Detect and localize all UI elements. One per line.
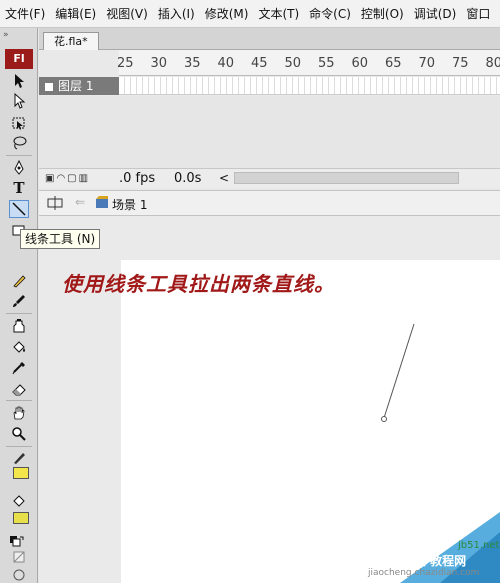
ruler-number: 50 xyxy=(284,56,302,71)
eraser-icon xyxy=(12,384,26,396)
brush-tool[interactable] xyxy=(9,292,29,310)
menu-item[interactable]: 文本(T) xyxy=(253,0,304,27)
stroke-color-button[interactable] xyxy=(9,449,29,467)
watermark-badge: 查字典 教程网 xyxy=(390,554,467,568)
menu-item[interactable]: 调试(D) xyxy=(409,0,462,27)
eyedropper-tool[interactable] xyxy=(9,359,29,377)
timeline-status-bar: ▣◠▢▥ .0 fps 0.0s < xyxy=(39,168,500,188)
menu-item[interactable]: 视图(V) xyxy=(101,0,153,27)
ruler-number: 30 xyxy=(150,56,168,71)
layer-icon xyxy=(45,82,53,91)
pen-tool[interactable] xyxy=(9,159,29,177)
menu-item[interactable]: 插入(I) xyxy=(153,0,200,27)
timeline-panel: 25 30 35 40 45 50 55 60 65 70 75 80 图层 1 ▣◠▢▥ .0 fp… xyxy=(39,50,500,190)
ink-bottle-tool[interactable] xyxy=(9,317,29,335)
stroke-color-icon xyxy=(14,453,25,464)
object-drawing-button[interactable] xyxy=(9,566,29,583)
frame-cells[interactable] xyxy=(119,77,500,95)
timeline-scrollbar[interactable] xyxy=(234,172,459,184)
frame-ruler[interactable]: 25 30 35 40 45 50 55 60 65 70 75 80 xyxy=(117,50,500,76)
ruler-number: 45 xyxy=(251,56,268,71)
brush-icon xyxy=(13,295,25,307)
pencil-tool[interactable] xyxy=(9,272,29,290)
line-icon xyxy=(12,202,26,216)
menu-item[interactable]: 控制(O) xyxy=(356,0,409,27)
ink-bottle-icon xyxy=(13,319,25,333)
subselection-tool[interactable] xyxy=(9,92,29,110)
free-transform-tool[interactable] xyxy=(9,114,29,132)
lasso-icon xyxy=(13,136,27,150)
time-readout: 0.0s xyxy=(174,171,202,186)
zoom-tool[interactable] xyxy=(9,425,29,443)
line-endpoint-handle[interactable] xyxy=(381,416,387,422)
line-tool[interactable] xyxy=(9,200,29,218)
ruler-number: 35 xyxy=(184,56,201,71)
hand-icon xyxy=(13,406,25,420)
menu-item[interactable]: 窗口 xyxy=(461,0,495,27)
ruler-number: 60 xyxy=(351,56,369,71)
zoom-icon xyxy=(12,427,26,441)
ruler-number: 40 xyxy=(217,56,235,71)
swap-colors-icon xyxy=(13,551,25,563)
pencil-icon xyxy=(13,275,26,288)
edit-bar: ⇐ 场景 1 xyxy=(39,190,500,216)
fill-color-button[interactable] xyxy=(9,492,29,510)
layer-header[interactable]: 图层 1 xyxy=(39,77,119,95)
fps-readout: .0 fps xyxy=(119,171,156,186)
document-tab[interactable]: 花.fla* xyxy=(43,32,99,50)
selection-arrow-icon xyxy=(15,74,24,88)
menu-item[interactable]: 文件(F) xyxy=(0,0,50,27)
menu-item[interactable]: 编辑(E) xyxy=(50,0,101,27)
fill-color-swatch[interactable] xyxy=(13,512,29,524)
eraser-tool[interactable] xyxy=(9,380,29,398)
menu-bar: 文件(F) 编辑(E) 视图(V) 插入(I) 修改(M) 文本(T) 命令(C) 控制(O)… xyxy=(0,0,500,28)
ruler-number: 70 xyxy=(418,56,436,71)
flash-logo: Fl xyxy=(5,49,33,69)
instruction-caption: 使用线条工具拉出两条直线。 xyxy=(62,272,335,296)
document-tab-bar: 花.fla* xyxy=(39,28,500,50)
lasso-tool[interactable] xyxy=(9,134,29,152)
timeline-toggle-icon[interactable] xyxy=(47,195,63,214)
ruler-number: 80 xyxy=(485,56,500,71)
stroke-color-swatch[interactable] xyxy=(13,467,29,479)
timeline-empty-area xyxy=(39,96,500,170)
object-drawing-icon xyxy=(13,569,25,581)
back-arrow-icon[interactable]: ⇐ xyxy=(75,195,85,209)
free-transform-icon xyxy=(12,117,25,130)
line-tool-tooltip: 线条工具 (N) xyxy=(20,229,101,249)
scene-icon xyxy=(95,195,109,212)
scroll-left-arrow-icon[interactable]: < xyxy=(219,171,229,185)
subselection-arrow-icon xyxy=(14,93,26,109)
paint-bucket-icon xyxy=(13,341,25,353)
ruler-number: 55 xyxy=(318,56,335,71)
watermark-url: jiaocheng.chazidian.com xyxy=(368,568,480,578)
paint-bucket-tool[interactable] xyxy=(9,338,29,356)
tools-panel: » Fl T xyxy=(0,28,38,583)
pen-icon xyxy=(14,160,24,175)
text-tool[interactable]: T xyxy=(9,179,29,197)
swap-colors-button[interactable] xyxy=(9,548,29,566)
menu-item[interactable]: 命令(C) xyxy=(304,0,356,27)
layer-row[interactable]: 图层 1 xyxy=(39,77,500,95)
scene-label[interactable]: 场景 1 xyxy=(112,196,147,213)
selection-tool[interactable] xyxy=(9,72,29,90)
layer-name: 图层 1 xyxy=(58,79,94,93)
collapse-panel-icon[interactable]: » xyxy=(3,30,33,40)
menu-item[interactable]: 修改(M) xyxy=(200,0,254,27)
hand-tool[interactable] xyxy=(9,404,29,422)
timeline-controls-icons[interactable]: ▣◠▢▥ xyxy=(45,173,90,184)
watermark-site: jb51.net xyxy=(458,540,500,551)
ruler-number: 65 xyxy=(385,56,402,71)
eyedropper-icon xyxy=(12,362,25,375)
ruler-number: 25 xyxy=(117,56,134,71)
fill-color-icon xyxy=(13,495,25,507)
ruler-number: 75 xyxy=(452,56,469,71)
